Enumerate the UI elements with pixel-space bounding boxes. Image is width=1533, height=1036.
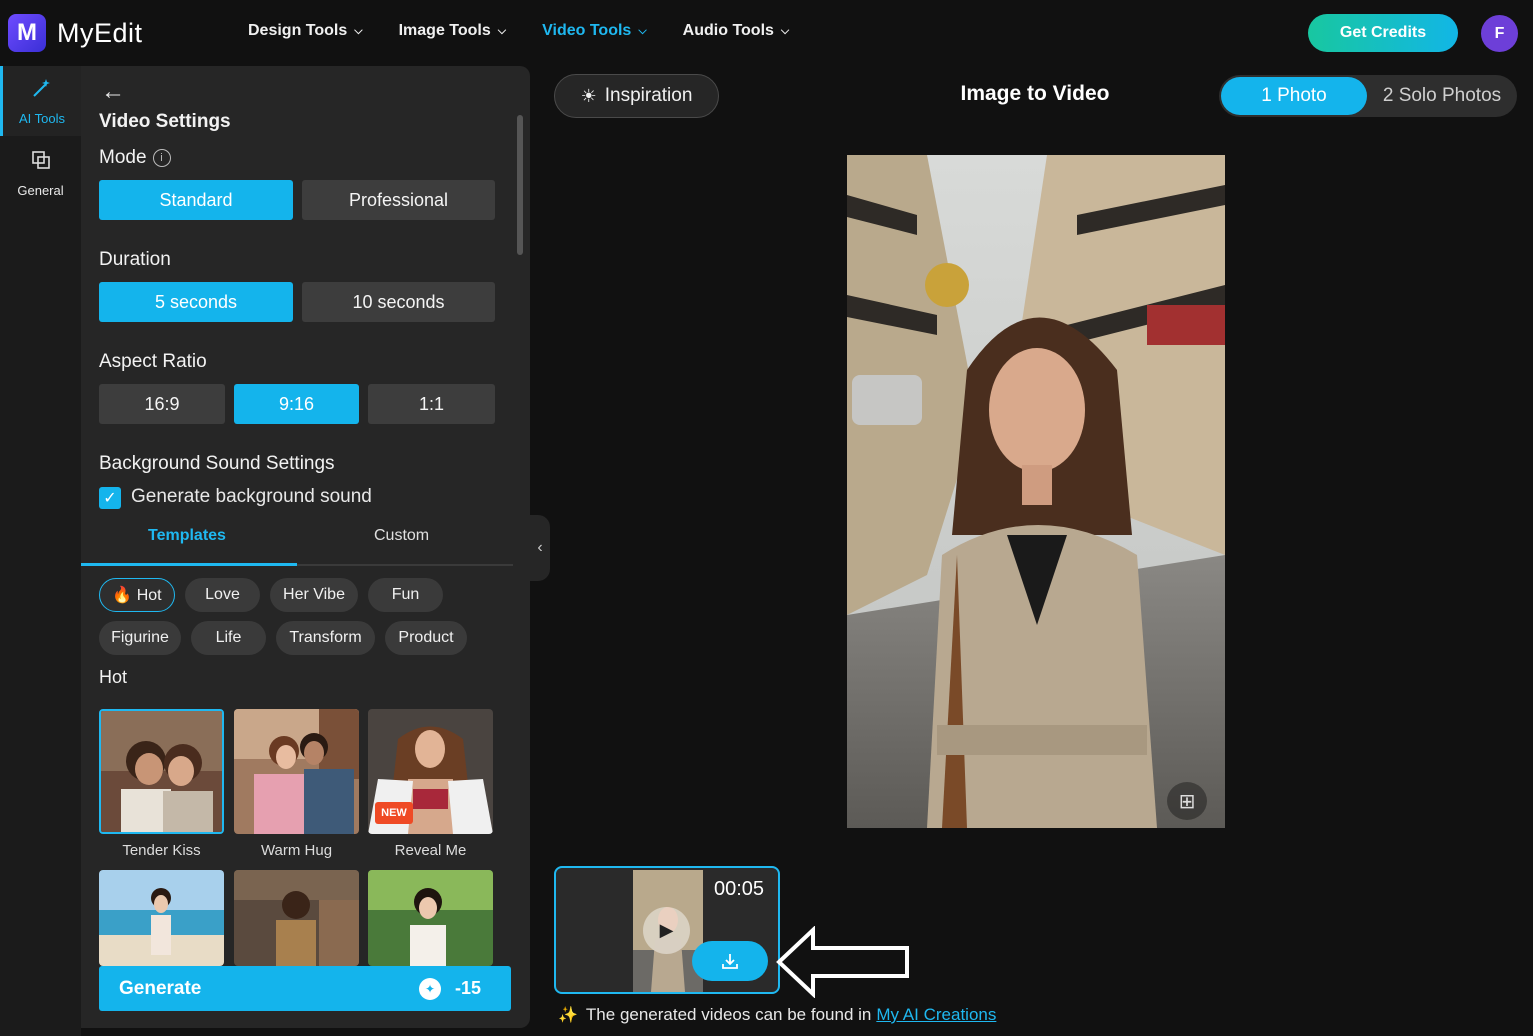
footnote: ✨ The generated videos can be found in M… — [558, 1005, 996, 1025]
duration-heading: Duration — [99, 249, 171, 270]
chip-her-vibe[interactable]: Her Vibe — [270, 578, 358, 612]
chip-fun[interactable]: Fun — [368, 578, 443, 612]
back-arrow-icon[interactable]: ← — [101, 78, 125, 106]
crop-icon[interactable]: ⊞ — [1167, 782, 1207, 820]
magic-wand-icon — [31, 77, 53, 105]
sparkle-icon: ✨ — [558, 1007, 578, 1024]
chip-figurine[interactable]: Figurine — [99, 621, 181, 655]
panel-title: Video Settings — [99, 111, 231, 132]
lightbulb-icon: ☀ — [580, 85, 597, 106]
chip-life[interactable]: Life — [191, 621, 266, 655]
chip-hot[interactable]: 🔥 Hot — [99, 578, 175, 612]
template-thumbnail[interactable] — [368, 870, 493, 966]
template-thumbnail[interactable] — [234, 870, 359, 966]
two-solo-photos-option[interactable]: 2 Solo Photos — [1369, 77, 1515, 115]
inspiration-label: Inspiration — [604, 85, 693, 106]
video-duration: 00:05 — [714, 878, 765, 900]
rail-item-ai-tools[interactable]: AI Tools — [0, 66, 81, 136]
panel-scrollbar[interactable] — [517, 115, 523, 255]
aspect-1-1-button[interactable]: 1:1 — [368, 384, 495, 424]
nav-video-tools[interactable]: Video Tools ⌵ — [542, 22, 647, 40]
chip-product[interactable]: Product — [385, 621, 467, 655]
footnote-text: The generated videos can be found in — [585, 1005, 872, 1024]
my-ai-creations-link[interactable]: My AI Creations — [876, 1005, 996, 1025]
rail-label: AI Tools — [18, 110, 65, 126]
nav-image-tools[interactable]: Image Tools ⌵ — [399, 22, 507, 40]
info-icon[interactable]: i — [152, 148, 171, 167]
top-bar: M MyEdit Design Tools ⌵ Image Tools ⌵ Vide… — [0, 0, 1533, 66]
background-sound-checkbox[interactable]: ✓ — [99, 487, 121, 509]
main-nav: Design Tools ⌵ Image Tools ⌵ Video Tools ⌵ … — [248, 22, 825, 40]
credit-icon: ✦ — [418, 977, 441, 1000]
one-photo-option[interactable]: 1 Photo — [1221, 77, 1367, 115]
chip-transform[interactable]: Transform — [276, 621, 375, 655]
section-hot-heading: Hot — [99, 667, 128, 687]
aspect-9-16-button[interactable]: 9:16 — [234, 384, 359, 424]
chevron-down-icon: ⌵ — [497, 24, 507, 37]
template-tender-kiss[interactable] — [99, 709, 224, 834]
photo-mode-toggle: 1 Photo 2 Solo Photos — [1219, 75, 1517, 117]
app-name: MyEdit — [57, 17, 143, 48]
nav-label: Video Tools — [542, 22, 632, 39]
nav-design-tools[interactable]: Design Tools ⌵ — [248, 22, 363, 40]
rail-label: General — [17, 182, 64, 198]
active-tab-indicator — [81, 563, 297, 566]
template-label: Reveal Me — [394, 842, 467, 859]
template-thumbnail[interactable] — [99, 870, 224, 966]
template-warm-hug[interactable] — [234, 709, 359, 834]
nav-audio-tools[interactable]: Audio Tools ⌵ — [683, 22, 790, 40]
chevron-down-icon: ⌵ — [638, 24, 647, 37]
layers-icon — [30, 149, 52, 177]
generate-label: Generate — [119, 977, 202, 999]
rail-item-general[interactable]: General — [0, 138, 81, 208]
chip-love[interactable]: Love — [185, 578, 260, 612]
mode-professional-button[interactable]: Professional — [302, 180, 495, 220]
collapse-panel-button[interactable]: ‹ — [530, 515, 550, 581]
left-rail: AI Tools General — [0, 66, 81, 1036]
get-credits-button[interactable]: Get Credits — [1308, 14, 1458, 52]
background-sound-label: Generate background sound — [131, 486, 372, 507]
duration-10s-button[interactable]: 10 seconds — [302, 282, 495, 322]
uploaded-photo-preview — [847, 155, 1225, 828]
template-label: Tender Kiss — [122, 842, 201, 859]
credit-cost-value: -15 — [454, 978, 481, 998]
new-badge: NEW — [375, 802, 413, 824]
play-icon[interactable]: ▶ — [643, 907, 690, 954]
tab-templates[interactable]: Templates — [148, 527, 226, 545]
pointer-arrow-annotation — [775, 925, 911, 1003]
nav-label: Audio Tools — [682, 22, 774, 39]
mode-standard-button[interactable]: Standard — [99, 180, 293, 220]
mode-heading: Mode i — [99, 147, 171, 169]
user-avatar[interactable]: F — [1481, 15, 1518, 52]
mode-label: Mode — [99, 147, 147, 168]
app-logo[interactable]: M MyEdit — [8, 14, 143, 52]
template-label: Warm Hug — [260, 842, 333, 859]
chevron-down-icon: ⌵ — [780, 24, 790, 37]
generate-button[interactable]: Generate ✦ -15 — [99, 966, 511, 1011]
logo-mark-icon: M — [8, 14, 46, 52]
sound-heading: Background Sound Settings — [99, 453, 335, 474]
aspect-16-9-button[interactable]: 16:9 — [99, 384, 225, 424]
page-title: Image to Video — [960, 82, 1110, 105]
chevron-down-icon: ⌵ — [354, 24, 363, 37]
aspect-heading: Aspect Ratio — [99, 351, 207, 372]
download-button[interactable] — [692, 941, 768, 981]
tab-custom[interactable]: Custom — [374, 527, 429, 545]
nav-label: Image Tools — [398, 22, 491, 39]
download-icon — [722, 954, 738, 969]
nav-label: Design Tools — [248, 22, 348, 39]
duration-5s-button[interactable]: 5 seconds — [99, 282, 293, 322]
credit-cost: ✦ -15 — [418, 977, 481, 1000]
inspiration-button[interactable]: ☀ Inspiration — [554, 74, 719, 118]
